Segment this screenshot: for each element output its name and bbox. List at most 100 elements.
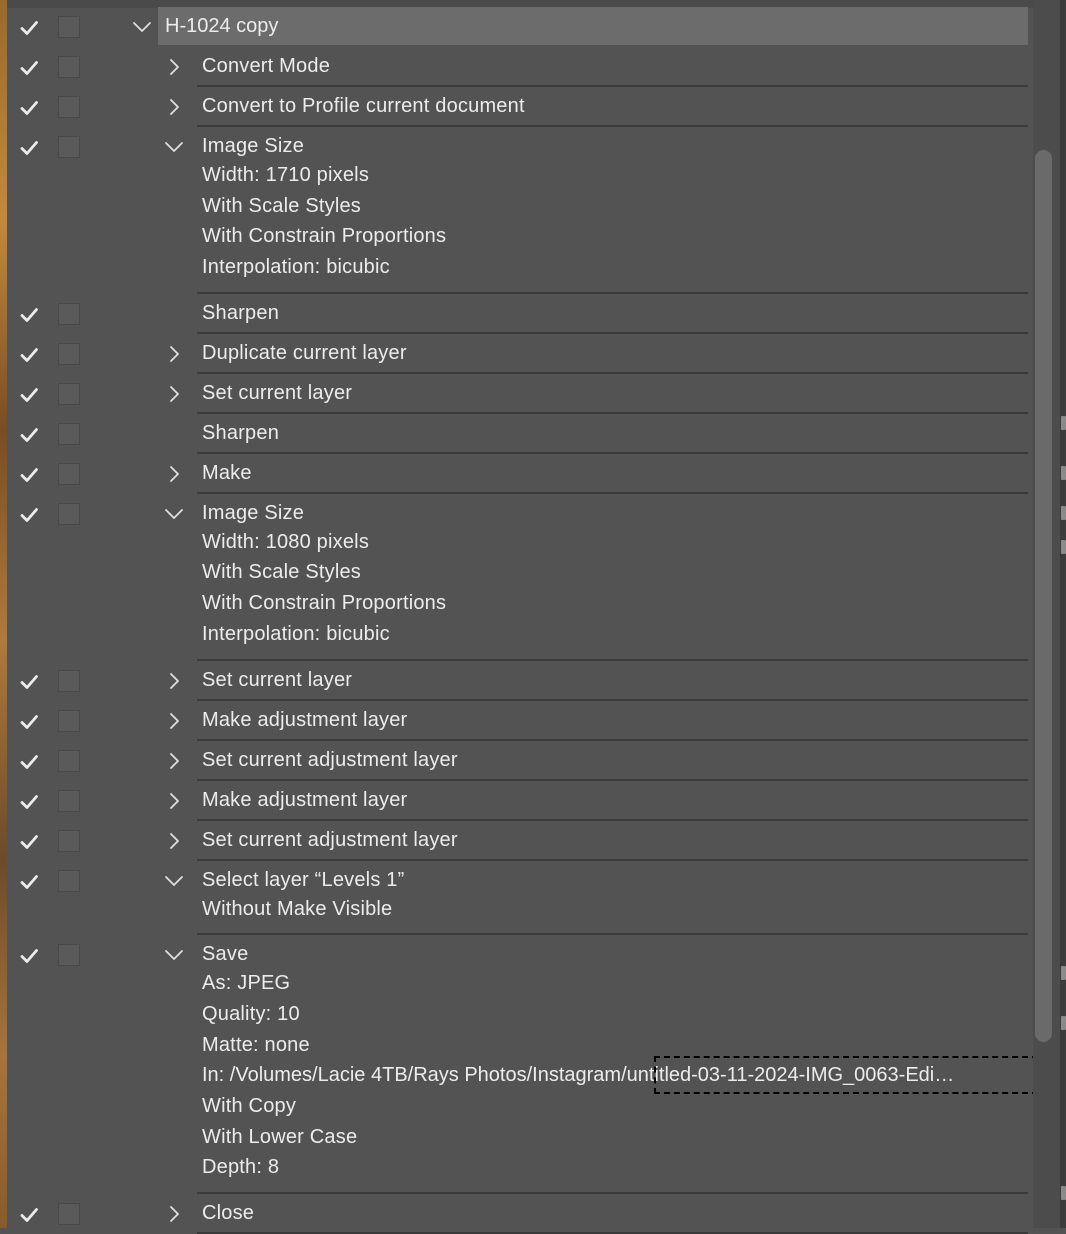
step-row[interactable]: Image Size Width: 1080 pixels With Scale S… <box>7 494 1028 661</box>
chevron-right-icon[interactable] <box>164 751 184 771</box>
checkmark-icon[interactable] <box>19 872 39 892</box>
checkmark-icon[interactable] <box>19 425 39 445</box>
chevron-right-icon[interactable] <box>164 57 184 77</box>
dialog-toggle-box[interactable] <box>58 1203 80 1226</box>
checkmark-icon[interactable] <box>19 832 39 852</box>
dialog-toggle-box[interactable] <box>58 789 80 812</box>
checkmark-icon[interactable] <box>19 18 39 38</box>
step-row[interactable]: Convert to Profile current document <box>7 87 1028 127</box>
chevron-right-icon[interactable] <box>164 384 184 404</box>
chevron-right-icon[interactable] <box>164 711 184 731</box>
dialog-toggle-box[interactable] <box>58 342 80 365</box>
chevron-down-icon[interactable] <box>164 945 184 965</box>
dialog-toggle-box[interactable] <box>58 669 80 692</box>
dialog-toggle-box[interactable] <box>58 944 80 967</box>
checkmark-icon[interactable] <box>19 58 39 78</box>
dialog-toggle-box[interactable] <box>58 302 80 325</box>
step-row[interactable]: Set current adjustment layer <box>7 821 1028 861</box>
step-row[interactable]: Sharpen <box>7 294 1028 334</box>
dialog-toggle-box[interactable] <box>58 136 80 158</box>
step-row[interactable]: Make adjustment layer <box>7 781 1028 821</box>
step-detail: Without Make Visible <box>202 897 393 920</box>
step-row[interactable]: Set current layer <box>7 661 1028 701</box>
checkmark-icon[interactable] <box>19 305 39 325</box>
dialog-toggle-box[interactable] <box>58 462 80 485</box>
dialog-toggle-box[interactable] <box>58 382 80 405</box>
step-row[interactable]: Duplicate current layer <box>7 334 1028 374</box>
step-detail: With Lower Case <box>202 1125 358 1148</box>
save-path-detail: In: /Volumes/Lacie 4TB/Rays Photos/Insta… <box>202 1064 955 1087</box>
step-row[interactable]: Make adjustment layer <box>7 701 1028 741</box>
action-row-highlight <box>158 7 1028 45</box>
step-label: Sharpen <box>202 421 280 444</box>
step-row[interactable]: Set current adjustment layer <box>7 741 1028 781</box>
chevron-right-icon[interactable] <box>164 97 184 117</box>
chevron-right-icon[interactable] <box>164 1204 184 1224</box>
checkmark-icon[interactable] <box>19 792 39 812</box>
scrollbar-thumb[interactable] <box>1035 150 1052 1042</box>
step-label: Set current layer <box>202 381 353 404</box>
action-name: H-1024 copy <box>165 15 279 37</box>
dialog-toggle-box[interactable] <box>58 502 80 525</box>
checkmark-icon[interactable] <box>19 505 39 525</box>
step-label: Select layer “Levels 1” <box>202 868 405 891</box>
chevron-right-icon[interactable] <box>164 791 184 811</box>
step-label: Make adjustment layer <box>202 708 408 731</box>
dialog-toggle-box[interactable] <box>58 96 80 118</box>
chevron-right-icon[interactable] <box>164 831 184 851</box>
step-row[interactable]: Close <box>7 1194 1028 1234</box>
chevron-right-icon[interactable] <box>164 671 184 691</box>
step-detail: Interpolation: bicubic <box>202 256 390 279</box>
step-detail: With Constrain Proportions <box>202 225 447 248</box>
dialog-toggle-box[interactable] <box>58 709 80 732</box>
chevron-down-icon[interactable] <box>164 504 184 524</box>
step-label: Set current adjustment layer <box>202 748 458 771</box>
step-label: Sharpen <box>202 301 280 324</box>
step-label: Make <box>202 461 252 484</box>
dialog-toggle-box[interactable] <box>58 16 80 38</box>
step-row[interactable]: Save As: JPEG Quality: 10 Matte: none In: /V… <box>7 935 1038 1195</box>
checkmark-icon[interactable] <box>19 138 39 158</box>
step-detail: Width: 1080 pixels <box>202 530 370 553</box>
step-row[interactable]: Image Size Width: 1710 pixels With Scale S… <box>7 127 1028 294</box>
chevron-down-icon[interactable] <box>164 137 184 157</box>
dialog-toggle-box[interactable] <box>58 422 80 445</box>
chevron-right-icon[interactable] <box>164 344 184 364</box>
step-label: Close <box>202 1202 255 1225</box>
step-label: Image Size <box>202 501 305 524</box>
step-row[interactable]: Sharpen <box>7 414 1028 454</box>
dialog-toggle-box[interactable] <box>58 56 80 78</box>
step-detail: Depth: 8 <box>202 1156 280 1179</box>
checkmark-icon[interactable] <box>19 946 39 966</box>
step-detail: With Constrain Proportions <box>202 592 447 615</box>
step-detail: Interpolation: bicubic <box>202 622 390 645</box>
step-label: Image Size <box>202 135 305 157</box>
step-label: Save <box>202 943 249 966</box>
checkmark-icon[interactable] <box>19 385 39 405</box>
step-detail: As: JPEG <box>202 972 291 995</box>
step-detail: Matte: none <box>202 1033 310 1056</box>
step-label: Set current adjustment layer <box>202 828 458 851</box>
checkmark-icon[interactable] <box>19 465 39 485</box>
checkmark-icon[interactable] <box>19 752 39 772</box>
chevron-down-icon[interactable] <box>132 17 152 37</box>
step-row[interactable]: Set current layer <box>7 374 1028 414</box>
step-label: Convert Mode <box>202 55 331 77</box>
step-row[interactable]: Convert Mode <box>7 47 1028 87</box>
checkmark-icon[interactable] <box>19 672 39 692</box>
chevron-right-icon[interactable] <box>164 464 184 484</box>
step-label: Make adjustment layer <box>202 788 408 811</box>
checkmark-icon[interactable] <box>19 1205 39 1225</box>
dialog-toggle-box[interactable] <box>58 749 80 772</box>
step-detail: With Scale Styles <box>202 561 362 584</box>
step-row[interactable]: Select layer “Levels 1” Without Make Visi… <box>7 861 1028 936</box>
dialog-toggle-box[interactable] <box>58 869 80 892</box>
checkmark-icon[interactable] <box>19 345 39 365</box>
dialog-toggle-box[interactable] <box>58 829 80 852</box>
step-row[interactable]: Make <box>7 454 1028 494</box>
action-row[interactable]: H-1024 copy <box>7 7 1028 47</box>
background-photo-edge <box>0 0 7 1228</box>
chevron-down-icon[interactable] <box>164 871 184 891</box>
checkmark-icon[interactable] <box>19 712 39 732</box>
checkmark-icon[interactable] <box>19 98 39 118</box>
